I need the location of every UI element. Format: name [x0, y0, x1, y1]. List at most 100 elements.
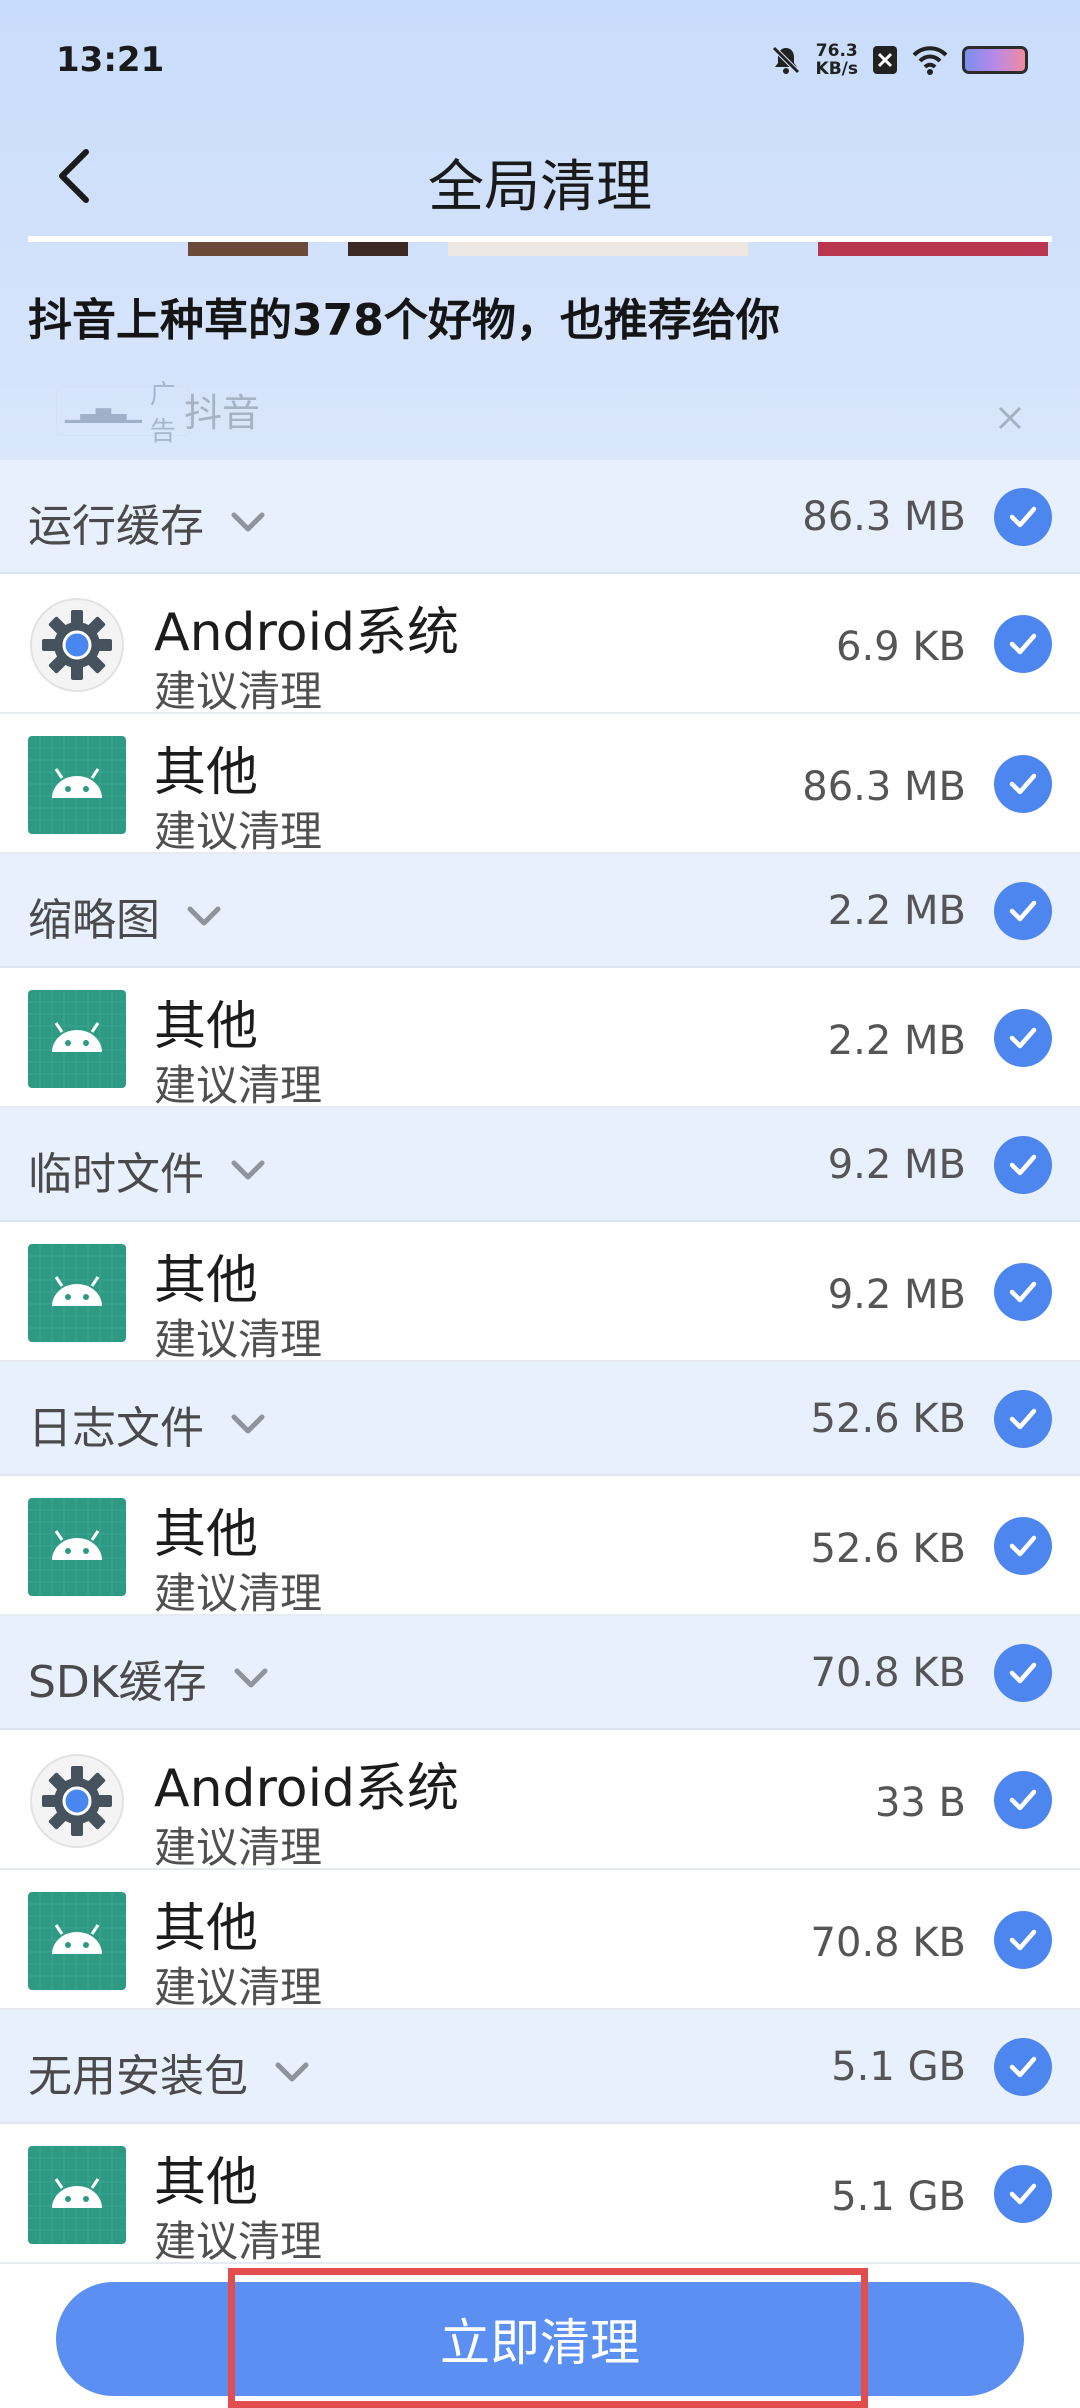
- item-size: 70.8 KB: [810, 1920, 966, 1966]
- checkmark-icon: [1009, 2056, 1037, 2078]
- item-size: 2.2 MB: [827, 1018, 966, 1064]
- category-row[interactable]: SDK缓存 70.8 KB: [0, 1616, 1080, 1730]
- bottom-bar: 立即清理: [0, 2266, 1080, 2408]
- category-row[interactable]: 日志文件 52.6 KB: [0, 1362, 1080, 1476]
- category-checkbox[interactable]: [994, 1644, 1052, 1702]
- list-item[interactable]: Android系统 建议清理 33 B: [0, 1730, 1080, 1872]
- sim-x-icon: [873, 46, 897, 74]
- list-item[interactable]: 其他 建议清理 2.2 MB: [0, 968, 1080, 1110]
- item-checkbox[interactable]: [994, 1911, 1052, 1969]
- chevron-down-icon[interactable]: [228, 502, 268, 542]
- category-label-wrap: SDK缓存: [28, 1646, 271, 1710]
- android-app-icon: [28, 990, 126, 1088]
- android-app-icon: [28, 736, 126, 834]
- ad-wave-icon: ▁▃▅▃▁: [65, 399, 142, 423]
- android-settings-icon: [30, 598, 124, 692]
- category-label-wrap: 运行缓存: [28, 490, 268, 554]
- category-label-wrap: 无用安装包: [28, 2040, 312, 2104]
- android-app-icon: [28, 1498, 126, 1596]
- item-checkbox[interactable]: [994, 755, 1052, 813]
- item-status: 建议清理: [154, 667, 323, 716]
- category-label-wrap: 临时文件: [28, 1138, 268, 1202]
- category-checkbox[interactable]: [994, 1136, 1052, 1194]
- item-size: 5.1 GB: [831, 2174, 966, 2220]
- item-size: 9.2 MB: [827, 1272, 966, 1318]
- checkmark-icon: [1009, 900, 1037, 922]
- item-status: 建议清理: [154, 1061, 323, 1110]
- chevron-down-icon[interactable]: [228, 1404, 268, 1444]
- status-time: 13:21: [56, 40, 165, 80]
- category-label: 无用安装包: [28, 2051, 248, 2102]
- checkmark-icon: [1009, 1929, 1037, 1951]
- mute-bell-icon: [771, 46, 800, 74]
- clean-now-label: 立即清理: [440, 2314, 640, 2372]
- item-checkbox[interactable]: [994, 1517, 1052, 1575]
- item-checkbox[interactable]: [994, 615, 1052, 673]
- item-checkbox[interactable]: [994, 1771, 1052, 1829]
- category-row[interactable]: 缩略图 2.2 MB: [0, 854, 1080, 968]
- item-status: 建议清理: [154, 1569, 323, 1618]
- clean-now-button[interactable]: 立即清理: [56, 2282, 1024, 2396]
- list-item[interactable]: 其他 建议清理 5.1 GB: [0, 2124, 1080, 2266]
- ad-title[interactable]: 抖音上种草的378个好物，也推荐给你: [28, 284, 780, 348]
- category-size: 52.6 KB: [810, 1396, 966, 1442]
- android-app-icon: [28, 1892, 126, 1990]
- list-item[interactable]: 其他 建议清理 9.2 MB: [0, 1222, 1080, 1364]
- category-checkbox[interactable]: [994, 1390, 1052, 1448]
- category-row[interactable]: 临时文件 9.2 MB: [0, 1108, 1080, 1222]
- list-item[interactable]: Android系统 建议清理 6.9 KB: [0, 574, 1080, 716]
- ad-badge: ▁▃▅▃▁ 广告: [56, 380, 190, 447]
- list-item[interactable]: 其他 建议清理 86.3 MB: [0, 714, 1080, 856]
- item-status: 建议清理: [154, 1963, 323, 2012]
- chevron-down-icon[interactable]: [228, 1150, 268, 1190]
- checkmark-icon: [1009, 1535, 1037, 1557]
- item-name: 其他: [154, 1505, 259, 1565]
- close-icon: [998, 406, 1022, 430]
- category-checkbox[interactable]: [994, 2038, 1052, 2096]
- category-label: 缩略图: [28, 895, 160, 946]
- checkmark-icon: [1009, 773, 1037, 795]
- checkmark-icon: [1009, 1027, 1037, 1049]
- chevron-down-icon[interactable]: [231, 1658, 271, 1698]
- checkmark-icon: [1009, 1408, 1037, 1430]
- ad-image-strip[interactable]: [28, 236, 1052, 256]
- category-size: 9.2 MB: [827, 1142, 966, 1188]
- list-item[interactable]: 其他 建议清理 70.8 KB: [0, 1870, 1080, 2012]
- checkmark-icon: [1009, 506, 1037, 528]
- checkmark-icon: [1009, 1281, 1037, 1303]
- category-row[interactable]: 无用安装包 5.1 GB: [0, 2010, 1080, 2124]
- chevron-down-icon[interactable]: [272, 2052, 312, 2092]
- category-size: 70.8 KB: [810, 1650, 966, 1696]
- item-status: 建议清理: [154, 2217, 323, 2266]
- net-speed: 76.3 KB/s: [816, 42, 858, 78]
- item-checkbox[interactable]: [994, 1263, 1052, 1321]
- category-checkbox[interactable]: [994, 488, 1052, 546]
- checkmark-icon: [1009, 2183, 1037, 2205]
- clean-list: 运行缓存 86.3 MB Android系统 建议清理 6.9 KB 其他 建议清理 86.3…: [0, 460, 1080, 2266]
- ad-close-button[interactable]: [990, 398, 1030, 438]
- category-checkbox[interactable]: [994, 882, 1052, 940]
- item-checkbox[interactable]: [994, 2165, 1052, 2223]
- category-label-wrap: 缩略图: [28, 884, 224, 948]
- ad-source: 抖音: [184, 391, 261, 435]
- item-status: 建议清理: [154, 807, 323, 856]
- checkmark-icon: [1009, 1789, 1037, 1811]
- item-name: Android系统: [154, 603, 460, 663]
- net-speed-value: 76.3: [815, 41, 858, 61]
- item-name: 其他: [154, 2153, 259, 2213]
- list-item[interactable]: 其他 建议清理 52.6 KB: [0, 1476, 1080, 1618]
- category-label: 临时文件: [28, 1149, 204, 1200]
- battery-icon: [962, 46, 1028, 74]
- item-checkbox[interactable]: [994, 1009, 1052, 1067]
- chevron-down-icon[interactable]: [184, 896, 224, 936]
- android-app-icon: [28, 1244, 126, 1342]
- item-size: 52.6 KB: [810, 1526, 966, 1572]
- category-size: 5.1 GB: [831, 2044, 966, 2090]
- status-bar: 13:21 76.3 KB/s: [0, 0, 1080, 120]
- category-label-wrap: 日志文件: [28, 1392, 268, 1456]
- net-speed-unit: KB/s: [815, 59, 858, 79]
- android-app-icon: [28, 2146, 126, 2244]
- page-title: 全局清理: [428, 155, 652, 220]
- item-size: 33 B: [874, 1780, 966, 1826]
- category-row[interactable]: 运行缓存 86.3 MB: [0, 460, 1080, 574]
